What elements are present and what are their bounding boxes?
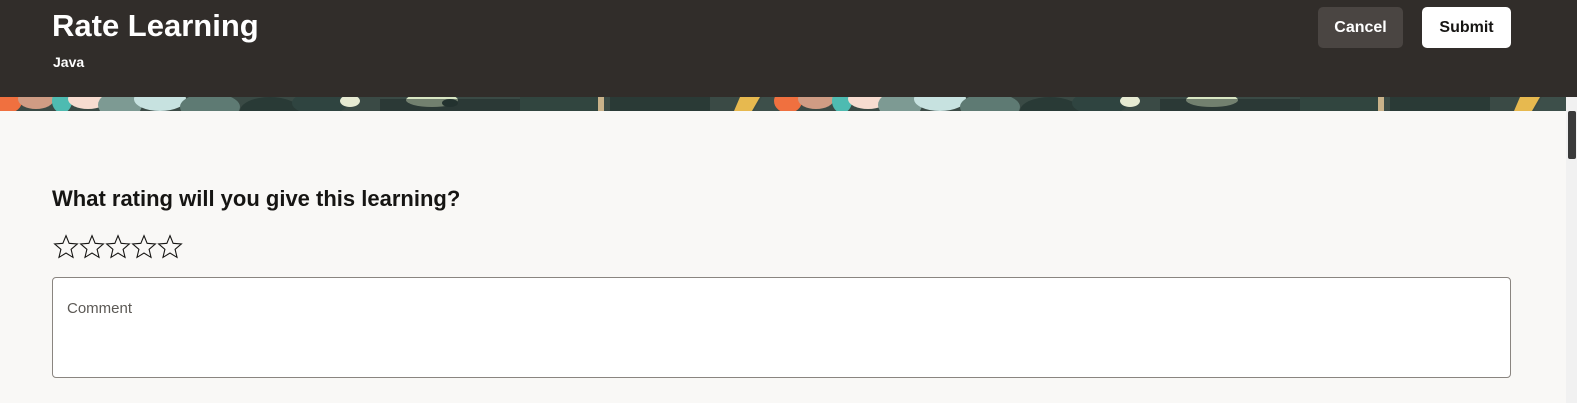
star-2-icon[interactable]	[79, 232, 105, 262]
submit-button[interactable]: Submit	[1422, 7, 1511, 48]
comment-input[interactable]	[67, 322, 1495, 372]
page-title: Rate Learning	[52, 8, 259, 43]
comment-field[interactable]: Comment	[52, 277, 1511, 378]
star-4-icon[interactable]	[131, 232, 157, 262]
star-1-icon[interactable]	[53, 232, 79, 262]
star-rating[interactable]	[53, 232, 183, 262]
scrollbar-thumb[interactable]	[1568, 111, 1576, 159]
page-subtitle: Java	[53, 54, 85, 70]
cancel-button[interactable]: Cancel	[1318, 7, 1403, 48]
star-3-icon[interactable]	[105, 232, 131, 262]
banner-pattern-image	[0, 97, 1566, 111]
page-header: Rate Learning Java Cancel Submit	[0, 0, 1577, 97]
comment-label: Comment	[67, 300, 133, 317]
rating-question: What rating will you give this learning?	[52, 186, 461, 211]
decorative-banner	[0, 97, 1566, 111]
star-5-icon[interactable]	[157, 232, 183, 262]
